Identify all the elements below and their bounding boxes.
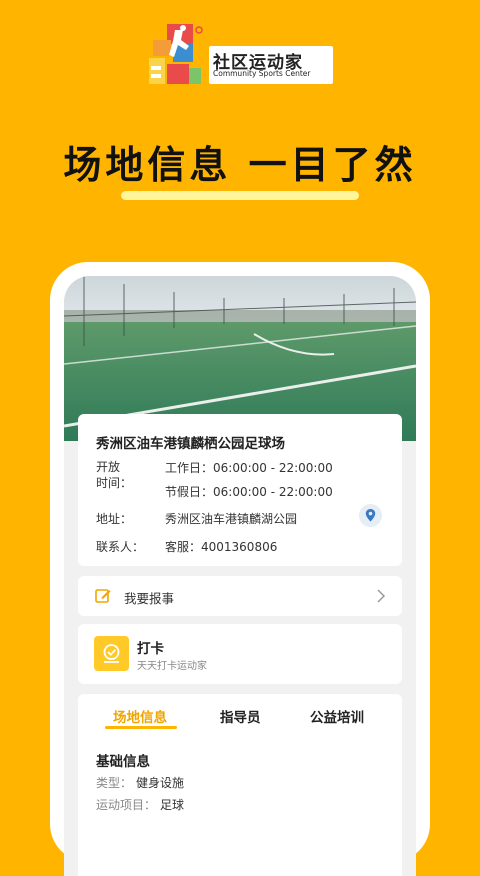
phone-screen: 秀洲区油车港镇麟栖公园足球场 开放 时间： 工作日：06:00:00 - 22:… [64,276,416,876]
address-label: 地址： [96,512,133,526]
open-time-label: 开放 [96,460,121,474]
checkin-icon [103,644,120,663]
contact-label: 联系人： [96,540,145,554]
phone-frame: 秀洲区油车港镇麟栖公园足球场 开放 时间： 工作日：06:00:00 - 22:… [50,262,430,876]
type-label: 类型： [96,776,133,790]
sports-logo-icon [149,24,203,84]
tabs-card: 场地信息 指导员 公益培训 基础信息 类型： 健身设施 运动项目： 足球 [78,694,402,876]
workday-hours: 工作日：06:00:00 - 22:00:00 [165,461,333,475]
type-value: 健身设施 [136,776,185,790]
checkin-row[interactable]: 打卡 天天打卡运动家 [78,624,402,684]
tab-venue-info[interactable]: 场地信息 [113,706,167,726]
brand-name-en: Community Sports Center [213,69,311,78]
checkin-icon-box [94,636,129,671]
headline: 场地信息 一目了然 [63,143,417,187]
sport-value: 足球 [160,798,185,812]
map-pin-icon [365,509,376,522]
open-time-label-2: 时间： [96,476,133,490]
report-row[interactable]: 我要报事 [78,576,402,616]
app-logo: 社区运动家 Community Sports Center [149,24,333,86]
sport-label: 运动项目： [96,798,157,812]
location-button[interactable] [359,504,382,527]
contact-value[interactable]: 客服：4001360806 [165,538,277,555]
active-tab-indicator [105,726,177,729]
headline-underline [121,191,359,200]
venue-name: 秀洲区油车港镇麟栖公园足球场 [96,436,285,452]
edit-icon [95,589,111,603]
checkin-subtitle: 天天打卡运动家 [137,661,207,672]
chevron-right-icon [377,589,386,603]
basic-info-title: 基础信息 [96,754,150,770]
report-label: 我要报事 [124,591,175,606]
address-value: 秀洲区油车港镇麟湖公园 [165,512,298,526]
tab-public-training[interactable]: 公益培训 [310,706,364,726]
checkin-title: 打卡 [137,641,164,657]
tab-instructor[interactable]: 指导员 [220,706,261,726]
venue-info-card: 秀洲区油车港镇麟栖公园足球场 开放 时间： 工作日：06:00:00 - 22:… [78,414,402,566]
holiday-hours: 节假日：06:00:00 - 22:00:00 [165,485,333,499]
logo-text-block: 社区运动家 Community Sports Center [209,46,333,84]
